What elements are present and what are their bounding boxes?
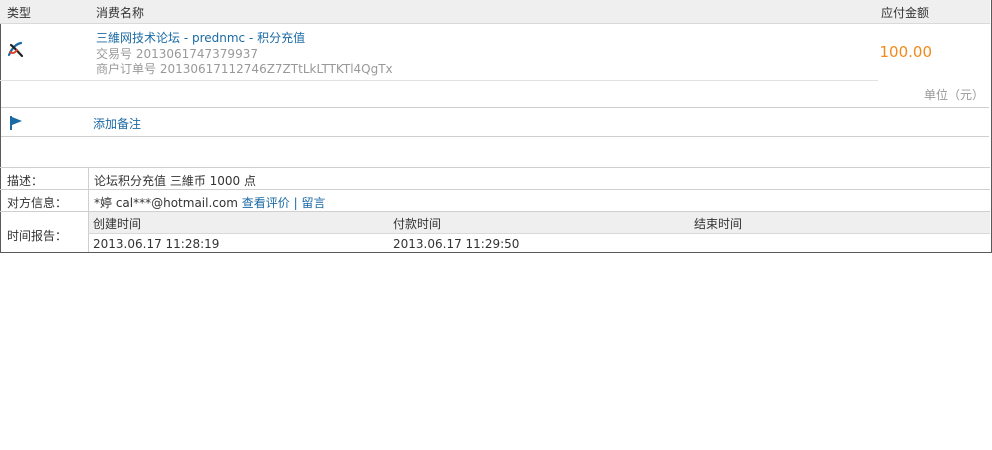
counterparty-label: 对方信息： (7, 196, 68, 210)
created-time-value: 2013.06.17 11:28:19 (93, 237, 220, 251)
description-value: 论坛积分充值 三維币 1000 点 (94, 174, 256, 188)
view-review-link[interactable]: 查看评价 (242, 196, 290, 210)
description-label: 描述： (7, 174, 44, 188)
created-time-header: 创建时间 (93, 217, 142, 231)
flag-icon (10, 116, 22, 130)
paid-time-header: 付款时间 (393, 217, 442, 231)
merchant-order-number: 商户订单号 20130617112746Z7ZTtLkLTTKTl4QgTx (96, 62, 393, 76)
link-separator: | (293, 196, 298, 210)
time-report-label: 时间报告： (7, 229, 68, 243)
table-header: 类型 消费名称 应付金额 (0, 0, 990, 24)
alipay-logo-icon (7, 41, 24, 58)
paid-time-value: 2013.06.17 11:29:50 (393, 237, 520, 251)
type-column-header: 类型 (7, 6, 32, 20)
details-divider (0, 167, 990, 168)
details-divider (0, 189, 990, 190)
time-report-header: 创建时间 付款时间 结束时间 (89, 212, 990, 234)
counterparty-value: *婷 cal***@hotmail.com (94, 196, 238, 210)
leave-message-link[interactable]: 留言 (301, 196, 325, 210)
amount-column-header: 应付金额 (881, 6, 930, 20)
name-column-header: 消费名称 (96, 6, 145, 20)
label-column-divider (88, 167, 89, 252)
add-note-link[interactable]: 添加备注 (93, 115, 141, 132)
currency-unit: 单位（元） (923, 88, 984, 102)
item-title-link[interactable]: 三維网技术论坛 - prednmc - 积分充值 (96, 29, 305, 46)
end-time-header: 结束时间 (694, 217, 743, 231)
note-bar (1, 107, 989, 137)
counterparty-info: *婷 cal***@hotmail.com 查看评价 | 留言 (94, 194, 325, 211)
payable-amount: 100.00 (879, 43, 933, 61)
